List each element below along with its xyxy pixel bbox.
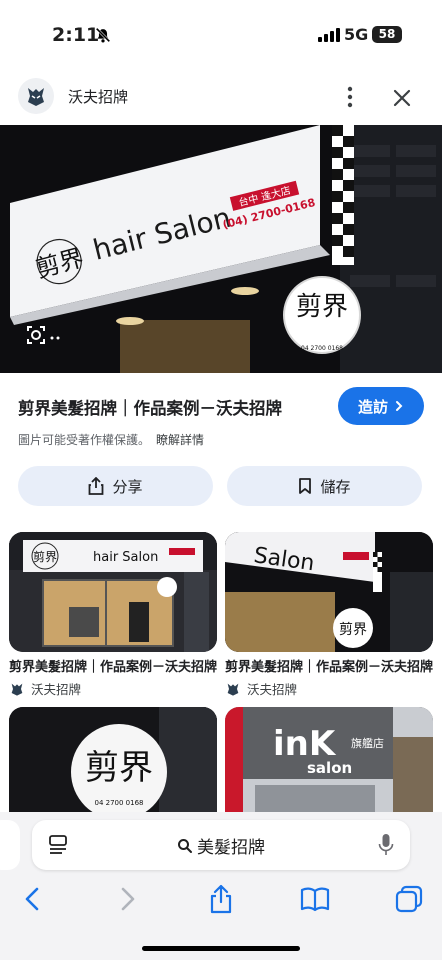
related-thumbnail[interactable]: Salon 剪界 <box>225 532 433 652</box>
address-field[interactable]: 美髮招牌 <box>177 833 265 858</box>
svg-text:剪界: 剪界 <box>296 292 348 322</box>
page-menu-icon[interactable] <box>48 834 68 856</box>
related-source-name: 沃夫招牌 <box>247 682 298 697</box>
microphone-icon[interactable] <box>378 833 394 857</box>
status-bar: 2:11 5G 58 <box>0 0 442 70</box>
copyright-notice: 圖片可能受著作權保護。 瞭解詳情 <box>18 431 204 448</box>
svg-text:旗艦店: 旗艦店 <box>351 736 384 750</box>
share-label: 分享 <box>112 477 143 496</box>
svg-text:hair Salon: hair Salon <box>93 550 158 565</box>
related-thumbnail[interactable]: inK 旗艦店 salon <box>225 707 433 817</box>
bookmark-icon <box>299 478 312 494</box>
save-button[interactable]: 儲存 <box>227 466 422 506</box>
related-source: 沃夫招牌 <box>9 679 217 698</box>
browser-toolbar <box>0 880 442 920</box>
result-title[interactable]: 剪界美髮招牌｜作品案例－沃夫招牌 <box>18 395 282 419</box>
network-type: 5G <box>344 25 369 44</box>
bookmarks-icon[interactable] <box>300 884 330 914</box>
wolf-logo-icon <box>227 683 239 696</box>
copyright-text: 圖片可能受著作權保護。 <box>18 433 151 447</box>
hero-image[interactable]: 剪界 04 2700 0168 剪界 hair Salon 台中 逢大店 (04… <box>0 125 442 373</box>
related-card[interactable]: 剪界 hair Salon 剪界美髮招牌｜作品案例－沃夫招牌 沃夫招牌 <box>9 532 217 698</box>
related-thumbnail[interactable]: 剪界 04 2700 0168 <box>9 707 217 817</box>
save-label: 儲存 <box>320 477 351 496</box>
svg-text:剪界: 剪界 <box>33 549 57 564</box>
share-button[interactable]: 分享 <box>18 466 213 506</box>
status-time: 2:11 <box>52 24 100 46</box>
related-title[interactable]: 剪界美髮招牌｜作品案例－沃夫招牌 <box>225 656 433 675</box>
visit-label: 造訪 <box>357 397 388 416</box>
svg-text:inK: inK <box>273 724 337 764</box>
previous-tab[interactable] <box>0 820 20 870</box>
related-source-name: 沃夫招牌 <box>31 682 82 697</box>
svg-text:04 2700 0168: 04 2700 0168 <box>301 345 343 352</box>
battery-icon: 58 <box>372 26 402 43</box>
close-icon[interactable] <box>390 86 414 110</box>
visit-button[interactable]: 造訪 <box>338 387 424 425</box>
home-indicator <box>142 946 300 951</box>
search-icon <box>178 838 192 853</box>
browser-bottom-bar: 美髮招牌 <box>0 812 442 960</box>
forward-icon[interactable] <box>112 884 142 914</box>
svg-text:剪界: 剪界 <box>85 748 153 788</box>
address-query: 美髮招牌 <box>197 838 265 858</box>
related-title[interactable]: 剪界美髮招牌｜作品案例－沃夫招牌 <box>9 656 217 675</box>
storefront-photo: 剪界 04 2700 0168 剪界 hair Salon 台中 逢大店 (04… <box>0 125 442 373</box>
signal-icon <box>318 28 340 42</box>
thumbnail-photo: Salon 剪界 <box>225 532 433 652</box>
related-thumbnail[interactable]: 剪界 hair Salon <box>9 532 217 652</box>
svg-text:04 2700 0168: 04 2700 0168 <box>95 799 144 807</box>
learn-more-link[interactable]: 瞭解詳情 <box>156 433 204 447</box>
thumbnail-photo: 剪界 hair Salon <box>9 532 217 652</box>
svg-text:剪界: 剪界 <box>339 622 367 638</box>
svg-text:salon: salon <box>307 759 352 777</box>
site-logo[interactable] <box>18 78 54 114</box>
google-lens-icon[interactable] <box>24 323 64 347</box>
bell-slash-icon <box>95 27 111 43</box>
thumbnail-photo: inK 旗艦店 salon <box>225 707 433 817</box>
tabs-icon[interactable] <box>394 884 424 914</box>
share-icon[interactable] <box>206 884 236 914</box>
related-source: 沃夫招牌 <box>225 679 433 698</box>
related-card[interactable]: Salon 剪界 剪界美髮招牌｜作品案例－沃夫招牌 沃夫招牌 <box>225 532 433 698</box>
result-header: 沃夫招牌 <box>0 74 442 122</box>
chevron-right-icon <box>396 401 403 411</box>
address-bar[interactable]: 美髮招牌 <box>32 820 410 870</box>
back-icon[interactable] <box>18 884 48 914</box>
more-vert-icon[interactable] <box>340 84 360 110</box>
share-icon <box>89 477 104 495</box>
wolf-logo-icon <box>28 88 44 106</box>
wolf-logo-icon <box>11 683 23 696</box>
site-name[interactable]: 沃夫招牌 <box>68 86 128 107</box>
thumbnail-photo: 剪界 04 2700 0168 <box>9 707 217 817</box>
